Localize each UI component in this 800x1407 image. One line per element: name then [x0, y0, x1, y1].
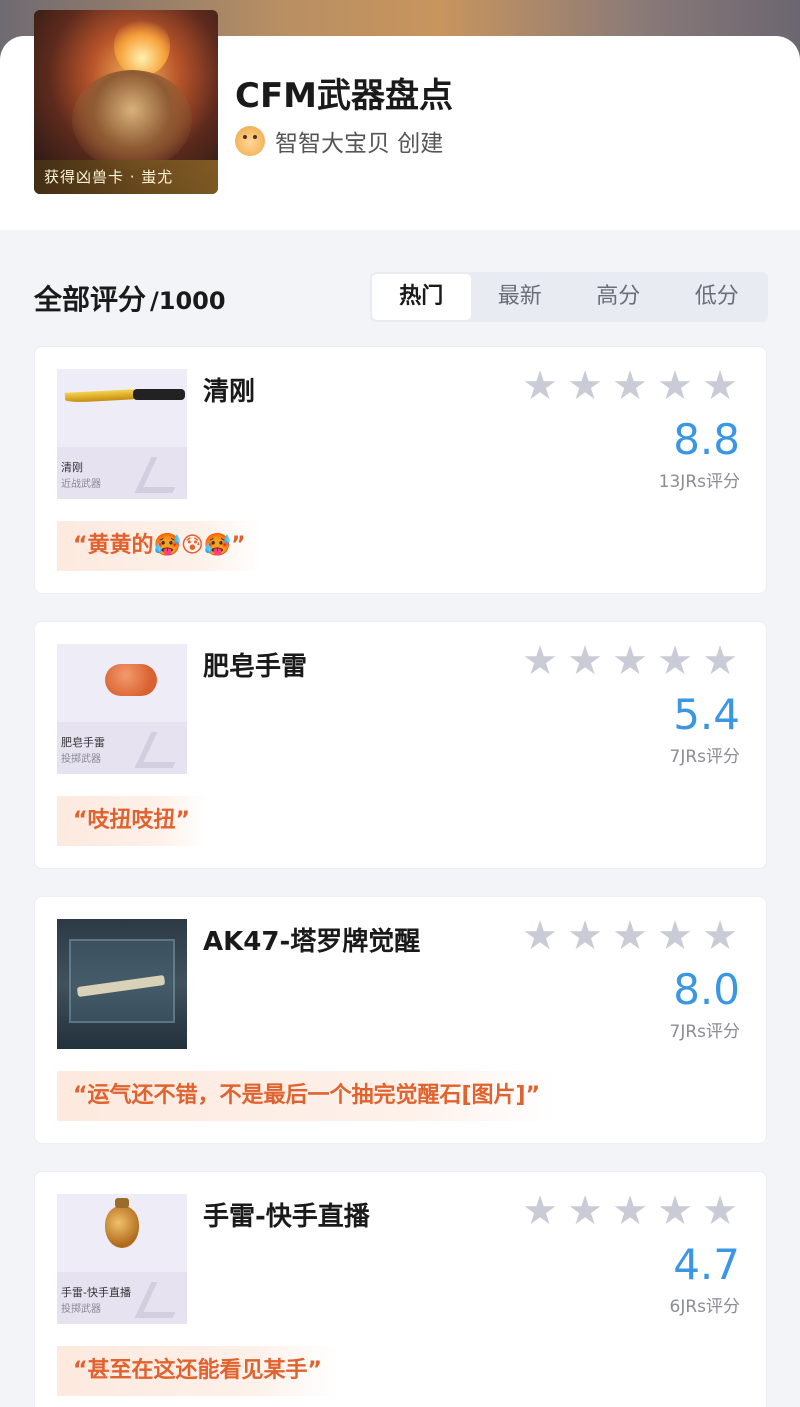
- star-icon[interactable]: ★: [566, 916, 604, 956]
- item-score: 8.0: [673, 965, 740, 1014]
- knife-handle-image: [133, 389, 185, 400]
- item-card[interactable]: 肥皂手雷 投掷武器 肥皂手雷 ★ ★ ★ ★ ★ 5.4 7JRs评分 “吱扭吱…: [34, 621, 767, 869]
- page-title: CFM武器盘点: [235, 76, 454, 116]
- top-comment[interactable]: “甚至在这还能看见某手”: [57, 1346, 338, 1396]
- item-thumbnail[interactable]: [57, 919, 187, 1049]
- top-comment[interactable]: “吱扭吱扭”: [57, 796, 206, 846]
- star-icon[interactable]: ★: [611, 366, 649, 406]
- star-icon[interactable]: ★: [521, 641, 559, 681]
- star-icon[interactable]: ★: [611, 916, 649, 956]
- item-name: 肥皂手雷: [203, 652, 308, 682]
- tab-high-score[interactable]: 高分: [569, 274, 668, 320]
- star-rating[interactable]: ★ ★ ★ ★ ★: [521, 641, 739, 681]
- item-thumbnail[interactable]: 清刚 近战武器: [57, 369, 187, 499]
- creator-label: 智智大宝贝 创建: [275, 131, 444, 157]
- section-title: 全部评分/1000: [34, 278, 226, 318]
- item-name: 清刚: [203, 377, 256, 407]
- section-title-text: 全部评分: [34, 283, 147, 316]
- item-card[interactable]: 清刚 近战武器 清刚 ★ ★ ★ ★ ★ 8.8 13JRs评分 “黄黄的🥵😰🥵…: [34, 346, 767, 594]
- item-score: 4.7: [673, 1240, 740, 1289]
- thumbnail-item-label: 手雷-快手直播: [61, 1286, 131, 1299]
- cover-flame-art: [114, 16, 170, 76]
- item-score: 5.4: [673, 690, 740, 739]
- filter-row: 全部评分/1000 热门 最新 高分 低分: [34, 272, 768, 322]
- knife-image: [64, 389, 138, 403]
- tab-latest[interactable]: 最新: [471, 274, 570, 320]
- rating-count: 13JRs评分: [658, 472, 740, 492]
- cover-character-art: [72, 70, 192, 170]
- item-thumbnail[interactable]: 手雷-快手直播 投掷武器: [57, 1194, 187, 1324]
- thumbnail-item-label: 清刚: [61, 461, 83, 474]
- creator-row[interactable]: 智智大宝贝 创建: [235, 124, 443, 158]
- star-icon[interactable]: ★: [521, 916, 559, 956]
- tab-low-score[interactable]: 低分: [668, 274, 767, 320]
- star-icon[interactable]: ★: [701, 641, 739, 681]
- star-icon[interactable]: ★: [656, 366, 694, 406]
- item-card[interactable]: AK47-塔罗牌觉醒 ★ ★ ★ ★ ★ 8.0 7JRs评分 “运气还不错，不…: [34, 896, 767, 1144]
- tab-hot[interactable]: 热门: [372, 274, 471, 320]
- item-thumbnail[interactable]: 肥皂手雷 投掷武器: [57, 644, 187, 774]
- star-icon[interactable]: ★: [656, 916, 694, 956]
- star-rating[interactable]: ★ ★ ★ ★ ★: [521, 366, 739, 406]
- item-name: AK47-塔罗牌觉醒: [203, 927, 421, 957]
- top-comment[interactable]: “黄黄的🥵😰🥵”: [57, 521, 262, 571]
- collection-cover-image[interactable]: 获得凶兽卡 · 蚩尤: [34, 10, 218, 194]
- rating-count: 7JRs评分: [669, 1022, 741, 1042]
- creator-avatar[interactable]: [235, 126, 265, 156]
- top-comment[interactable]: “运气还不错，不是最后一个抽完觉醒石[图片]”: [57, 1071, 557, 1121]
- grenade-image: [105, 1198, 139, 1248]
- thumbnail-item-label: 肥皂手雷: [61, 736, 105, 749]
- thumbnail-item-category: 投掷武器: [61, 754, 101, 765]
- star-icon[interactable]: ★: [521, 1191, 559, 1231]
- item-score: 8.8: [673, 415, 740, 464]
- star-icon[interactable]: ★: [566, 641, 604, 681]
- rating-count: 7JRs评分: [669, 747, 741, 767]
- star-icon[interactable]: ★: [701, 916, 739, 956]
- star-icon[interactable]: ★: [521, 366, 559, 406]
- star-rating[interactable]: ★ ★ ★ ★ ★: [521, 1191, 739, 1231]
- star-icon[interactable]: ★: [656, 1191, 694, 1231]
- star-icon[interactable]: ★: [701, 366, 739, 406]
- max-score-label: /1000: [150, 287, 226, 315]
- soap-grenade-image: [105, 664, 157, 696]
- item-name: 手雷-快手直播: [203, 1202, 370, 1232]
- star-icon[interactable]: ★: [566, 1191, 604, 1231]
- thumbnail-item-category: 近战武器: [61, 479, 101, 490]
- star-icon[interactable]: ★: [566, 366, 604, 406]
- star-icon[interactable]: ★: [656, 641, 694, 681]
- star-icon[interactable]: ★: [611, 641, 649, 681]
- sort-tabs: 热门 最新 高分 低分: [370, 272, 768, 322]
- star-rating[interactable]: ★ ★ ★ ★ ★: [521, 916, 739, 956]
- star-icon[interactable]: ★: [611, 1191, 649, 1231]
- rating-count: 6JRs评分: [669, 1297, 741, 1317]
- thumbnail-item-category: 投掷武器: [61, 1304, 101, 1315]
- star-icon[interactable]: ★: [701, 1191, 739, 1231]
- item-card[interactable]: 手雷-快手直播 投掷武器 手雷-快手直播 ★ ★ ★ ★ ★ 4.7 6JRs评…: [34, 1171, 767, 1407]
- cover-caption: 获得凶兽卡 · 蚩尤: [34, 160, 218, 194]
